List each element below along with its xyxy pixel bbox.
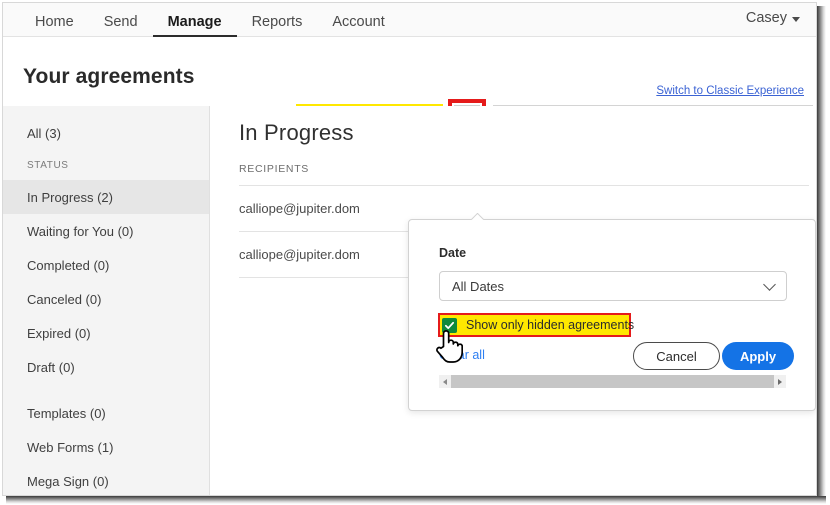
sidebar-item-web-forms[interactable]: Web Forms (1)	[3, 430, 209, 464]
scroll-right-arrow-icon[interactable]	[774, 375, 786, 388]
cancel-button[interactable]: Cancel	[633, 342, 720, 370]
show-only-hidden-agreements-checkbox[interactable]: Show only hidden agreements	[442, 316, 634, 334]
nav-items: Home Send Manage Reports Account	[3, 3, 816, 37]
window-shadow-right	[817, 6, 826, 498]
apply-button[interactable]: Apply	[722, 342, 794, 370]
panel-pointer-arrow	[471, 213, 484, 220]
date-filter-value: All Dates	[452, 278, 505, 294]
check-icon	[444, 321, 455, 329]
sidebar: All (3) STATUS In Progress (2) Waiting f…	[3, 106, 210, 495]
sidebar-item-in-progress[interactable]: In Progress (2)	[3, 180, 209, 214]
application-page: Home Send Manage Reports Account Casey S…	[2, 2, 817, 496]
body-area: All (3) STATUS In Progress (2) Waiting f…	[3, 106, 816, 495]
clear-all-link[interactable]: Clear all	[439, 348, 485, 362]
date-filter-label: Date	[439, 246, 467, 260]
sidebar-item-waiting-for-you[interactable]: Waiting for You (0)	[3, 214, 209, 248]
sidebar-item-templates[interactable]: Templates (0)	[3, 396, 209, 430]
page-title: Your agreements	[23, 65, 195, 88]
screenshot-frame: Home Send Manage Reports Account Casey S…	[0, 0, 830, 505]
sidebar-item-expired[interactable]: Expired (0)	[3, 316, 209, 350]
sidebar-caption-status: STATUS	[27, 159, 69, 171]
scroll-left-arrow-icon[interactable]	[439, 375, 451, 388]
nav-item-reports[interactable]: Reports	[237, 14, 318, 38]
sidebar-item-completed[interactable]: Completed (0)	[3, 248, 209, 282]
recipient-email: calliope@jupiter.dom	[239, 201, 360, 216]
chevron-down-icon	[763, 278, 776, 291]
window-shadow-bottom	[6, 496, 826, 504]
panel-horizontal-scrollbar[interactable]	[439, 375, 786, 388]
user-menu[interactable]: Casey	[746, 10, 800, 26]
sidebar-item-canceled[interactable]: Canceled (0)	[3, 282, 209, 316]
nav-item-manage[interactable]: Manage	[152, 14, 237, 37]
page-header: Switch to Classic Experience Your agreem…	[3, 37, 816, 136]
chevron-down-icon	[792, 16, 800, 22]
sidebar-item-draft[interactable]: Draft (0)	[3, 350, 209, 384]
nav-item-home[interactable]: Home	[20, 14, 89, 38]
section-title: In Progress	[239, 120, 354, 145]
top-navigation-bar: Home Send Manage Reports Account Casey	[3, 3, 816, 37]
sidebar-item-all[interactable]: All (3)	[3, 116, 209, 150]
checkbox-checked-icon[interactable]	[442, 317, 457, 333]
nav-item-account[interactable]: Account	[317, 14, 399, 38]
column-header-recipients: RECIPIENTS	[239, 163, 809, 186]
sidebar-item-mega-sign[interactable]: Mega Sign (0)	[3, 464, 209, 495]
nav-item-send[interactable]: Send	[89, 14, 153, 38]
date-filter-select[interactable]: All Dates	[439, 271, 787, 301]
filter-dropdown-panel: Date All Dates Show only hidden agreemen…	[408, 219, 816, 411]
sidebar-divider	[3, 384, 209, 396]
switch-to-classic-experience-link[interactable]: Switch to Classic Experience	[656, 85, 804, 97]
checkbox-label: Show only hidden agreements	[466, 318, 635, 332]
scrollbar-thumb[interactable]	[451, 375, 774, 388]
user-menu-label: Casey	[745, 10, 787, 26]
recipient-email: calliope@jupiter.dom	[239, 247, 360, 262]
